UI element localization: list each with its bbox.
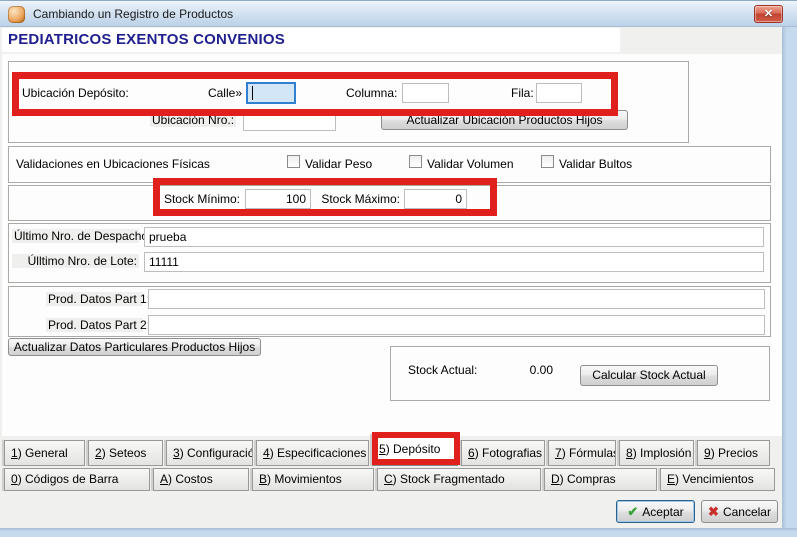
lote-label: Úlltimo Nro. de Lote: [12,254,139,268]
ubicacion-deposito-label: Ubicación Depósito: [22,86,129,100]
validar-bultos-checkbox[interactable] [541,155,554,168]
aceptar-label: Aceptar [642,505,683,519]
tab-general[interactable]: 1) General [4,440,85,466]
tab-vencimientos[interactable]: E) Vencimientos [660,468,775,491]
tab-accel: 6 [468,446,475,460]
fila-input[interactable] [536,83,582,103]
tab-compras[interactable]: D) Compras [544,468,657,491]
heading-strip: PEDIATRICOS EXENTOS CONVENIOS [2,28,620,52]
tab-label: ) Movimientos [267,472,342,486]
tab-accel: A [160,472,168,486]
aceptar-button[interactable]: ✔ Aceptar [616,500,695,523]
tab-label: ) Especificaciones [270,446,367,460]
text-cursor [252,86,253,100]
window-title: Cambiando un Registro de Productos [33,7,233,21]
ubicacion-nro-input[interactable] [243,111,336,131]
actualizar-datos-button[interactable]: Actualizar Datos Particulares Productos … [8,338,261,356]
ubicacion-nro-label: Ubicación Nro.: [150,113,236,127]
tab-label: ) Compras [560,472,616,486]
tab-label: ) Implosión [633,446,692,460]
tab-accel: 8 [626,446,633,460]
calle-input[interactable] [246,82,296,104]
tab-deposito[interactable]: 5) Depósito [372,434,458,466]
prod-datos-part2-label: Prod. Datos Part 2: [46,318,143,332]
tab-precios[interactable]: 9) Precios [697,440,770,466]
calle-label: Calle» [192,86,242,100]
cancelar-label: Cancelar [723,505,771,519]
close-button[interactable]: ✕ [754,5,783,23]
window-border-right [782,27,797,537]
tab-label: ) Fórmulas [562,446,616,460]
stock-actual-value: 0.00 [500,363,553,377]
tab-codigos-de-barra[interactable]: 0) Códigos de Barra [4,468,150,491]
tab-accel: C [384,472,393,486]
tab-label: ) Vencimientos [675,472,754,486]
tab-accel: E [667,472,675,486]
calcular-stock-button[interactable]: Calcular Stock Actual [580,365,718,386]
cross-icon: ✖ [708,504,719,519]
cancelar-button[interactable]: ✖ Cancelar [701,500,778,523]
close-icon: ✕ [764,8,773,20]
validar-volumen-label: Validar Volumen [427,157,514,171]
stock-maximo-input[interactable] [404,189,467,209]
stock-minimo-input[interactable] [245,189,311,209]
despacho-label: Último Nro. de Despacho: [12,229,139,243]
tab-accel: 3 [173,446,180,460]
stock-maximo-label: Stock Máximo: [315,192,400,206]
tab-configuracion[interactable]: 3) Configuración [166,440,253,466]
tab-label: ) Códigos de Barra [18,472,119,486]
tab-label: ) Configuración [180,446,253,460]
tab-accel: 7 [555,446,562,460]
tab-stock-fragmentado[interactable]: C) Stock Fragmentado [377,468,541,491]
tab-accel: 5 [379,442,386,456]
validar-bultos-label: Validar Bultos [559,157,632,171]
prod-datos-part1-label: Prod. Datos Part 1: [46,292,143,306]
tab-movimientos[interactable]: B) Movimientos [252,468,374,491]
stock-minimo-label: Stock Mínimo: [160,192,240,206]
tab-formulas[interactable]: 7) Fórmulas [548,440,616,466]
tab-accel: D [551,472,560,486]
prod-datos-part2-input[interactable] [148,315,765,335]
tab-accel: 1 [11,446,18,460]
tab-label: ) Seteos [102,446,147,460]
group-ubicacion [8,61,689,143]
tab-label: ) Fotografias [475,446,542,460]
lote-input[interactable] [144,252,764,272]
tab-label: ) General [18,446,68,460]
columna-label: Columna: [346,86,397,100]
tab-implosion[interactable]: 8) Implosión [619,440,694,466]
titlebar: Cambiando un Registro de Productos ✕ [0,0,797,27]
tab-costos[interactable]: A) Costos [153,468,249,491]
tab-seteos[interactable]: 2) Seteos [88,440,163,466]
actualizar-ubicacion-button[interactable]: Actualizar Ubicación Productos Hijos [381,110,628,130]
tab-especificaciones[interactable]: 4) Especificaciones [256,440,369,466]
columna-input[interactable] [402,83,449,103]
app-icon [8,6,25,23]
validar-peso-label: Validar Peso [305,157,372,171]
tab-label: ) Stock Fragmentado [393,472,505,486]
tab-accel: 2 [95,446,102,460]
page-title: PEDIATRICOS EXENTOS CONVENIOS [8,31,285,48]
tab-label: ) Precios [711,446,758,460]
window-border-bottom [0,528,797,537]
tab-accel: 9 [704,446,711,460]
dialog-window: Cambiando un Registro de Productos ✕ PED… [0,0,797,537]
tab-accel: 0 [11,472,18,486]
validar-volumen-checkbox[interactable] [409,155,422,168]
tab-label: ) Depósito [386,442,441,456]
prod-datos-part1-input[interactable] [148,289,765,309]
tab-fotografias[interactable]: 6) Fotografias [461,440,545,466]
validaciones-label: Validaciones en Ubicaciones Físicas [16,157,210,171]
tab-accel: 4 [263,446,270,460]
despacho-input[interactable] [144,227,764,247]
tab-accel: B [259,472,267,486]
fila-label: Fila: [511,86,534,100]
stock-actual-label: Stock Actual: [408,363,477,377]
check-icon: ✔ [627,504,638,519]
validar-peso-checkbox[interactable] [287,155,300,168]
tab-label: ) Costos [168,472,213,486]
